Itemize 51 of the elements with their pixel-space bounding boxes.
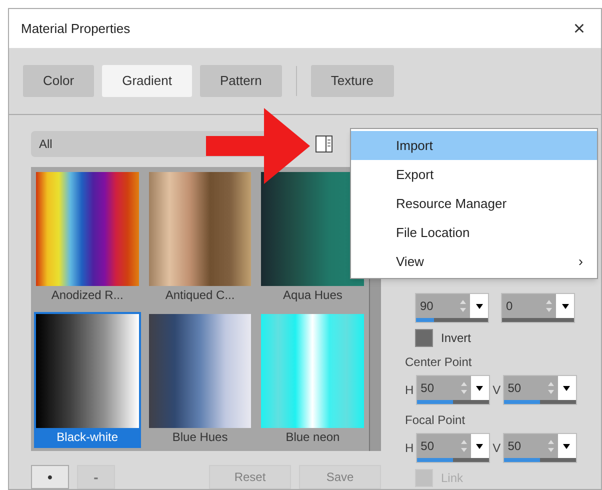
section-label: Focal Point [405, 412, 466, 429]
tab[interactable]: Texture [310, 65, 394, 98]
axis-label: H [405, 382, 414, 399]
dropdown-caret-icon[interactable] [563, 386, 570, 390]
axis-label: V [492, 382, 501, 399]
field-value: 0 [505, 298, 514, 315]
field-value: 50 [420, 438, 436, 455]
small-button[interactable]: • [31, 465, 69, 489]
dropdown-caret-icon[interactable] [476, 444, 484, 448]
checkbox-label: Invert [441, 330, 472, 347]
menu-item[interactable]: Resource Manager [351, 189, 597, 218]
field-value: 90 [419, 298, 434, 315]
gradient-tile[interactable]: Antiqued C... [146, 170, 254, 306]
tab[interactable]: Gradient [102, 65, 192, 98]
dropdown-caret-icon[interactable] [476, 386, 484, 390]
dropdown-caret-icon[interactable] [476, 304, 482, 308]
axis-label: H [405, 440, 414, 457]
spin-field[interactable]: 50 [416, 375, 490, 405]
gradient-tile[interactable]: Anodized R... [34, 170, 141, 306]
axis-label: V [492, 440, 501, 457]
menu-item[interactable]: Import [351, 131, 597, 160]
gradient-name: Black-white [56, 429, 120, 446]
close-button[interactable]: × [569, 14, 589, 44]
menu-item[interactable]: View › [351, 247, 597, 276]
checkbox[interactable] [415, 329, 433, 347]
gradient-name: Blue neon [284, 429, 341, 446]
field-value: 50 [506, 380, 522, 397]
gradient-tile[interactable]: Blue Hues [146, 312, 254, 448]
window-title: Material Properties [21, 20, 130, 38]
menu-item[interactable]: Export [351, 160, 597, 189]
spin-field[interactable]: 90 [415, 293, 489, 323]
gradient-name: Aqua Hues [282, 287, 344, 304]
gradient-name: Antiqued C... [164, 287, 236, 304]
tab[interactable]: Color [23, 65, 94, 98]
field-value: 50 [506, 438, 522, 455]
gradient-name: Blue Hues [171, 429, 229, 446]
dropdown-caret-icon[interactable] [562, 304, 568, 308]
field-value: 50 [420, 380, 436, 397]
dropdown-caret-icon[interactable] [563, 444, 570, 448]
gradient-name: Anodized R... [50, 287, 124, 304]
submenu-chevron-icon: › [578, 251, 583, 272]
gradient-tile[interactable]: Blue neon [259, 312, 366, 448]
tab[interactable]: Pattern [200, 65, 282, 98]
section-label: Center Point [405, 354, 473, 371]
spin-field[interactable]: 50 [502, 433, 577, 463]
panel-icon[interactable] [315, 135, 333, 153]
gradient-tile[interactable]: Black-white [34, 312, 141, 448]
spin-field[interactable]: 50 [502, 375, 577, 405]
spin-field[interactable]: 0 [501, 293, 575, 323]
menu-item[interactable]: File Location [351, 218, 597, 247]
spin-field[interactable]: 50 [416, 433, 490, 463]
